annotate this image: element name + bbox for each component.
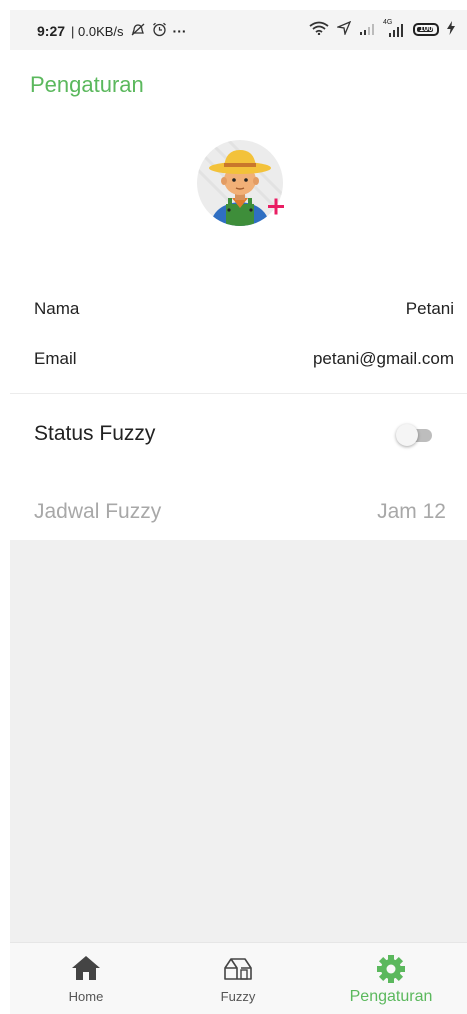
settings-panel: Pengaturan Nama Petani Email petani@gmai… xyxy=(10,50,467,540)
name-row: Nama Petani xyxy=(34,299,454,319)
profile-avatar[interactable] xyxy=(196,138,286,228)
clock: 9:27 xyxy=(37,23,66,39)
name-value: Petani xyxy=(405,299,454,318)
bottom-navigation: Home Fuzzy Pengaturan xyxy=(10,942,467,1014)
fuzzy-icon xyxy=(222,955,254,986)
page-title: Pengaturan xyxy=(30,72,144,97)
nav-fuzzy[interactable]: Fuzzy xyxy=(162,943,314,1014)
location-icon xyxy=(335,20,352,38)
status-left: 9:27 | 0.0KB/s ··· xyxy=(37,22,187,40)
jadwal-fuzzy-row[interactable]: Jadwal Fuzzy Jam 12 xyxy=(34,500,446,524)
gear-icon xyxy=(377,955,405,988)
email-row: Email petani@gmail.com xyxy=(34,349,454,369)
email-label: Email xyxy=(34,349,77,368)
nav-pengaturan[interactable]: Pengaturan xyxy=(315,943,467,1014)
divider xyxy=(10,393,467,394)
jadwal-fuzzy-label: Jadwal Fuzzy xyxy=(34,500,162,523)
status-fuzzy-label: Status Fuzzy xyxy=(34,422,156,445)
wifi-icon xyxy=(309,21,329,38)
signal-4g-icon: 4G xyxy=(383,19,405,37)
signal-icon xyxy=(359,22,375,38)
jadwal-fuzzy-value: Jam 12 xyxy=(377,500,446,523)
more-notifications: ··· xyxy=(172,23,187,39)
home-icon xyxy=(71,955,101,986)
nav-home[interactable]: Home xyxy=(10,943,162,1014)
email-value: petani@gmail.com xyxy=(312,349,454,368)
status-bar: 9:27 | 0.0KB/s ··· 4G 100 xyxy=(10,10,467,50)
charging-icon xyxy=(447,21,455,38)
network-speed: | 0.0KB/s xyxy=(71,23,124,39)
phone-screen: 9:27 | 0.0KB/s ··· 4G 100 Pengaturan Nam… xyxy=(10,10,467,1014)
battery-icon: 100 xyxy=(413,23,439,36)
status-right: 4G 100 xyxy=(309,19,455,38)
farmer-avatar-icon xyxy=(197,140,284,226)
status-fuzzy-toggle[interactable] xyxy=(396,424,432,446)
mute-icon xyxy=(130,23,146,40)
alarm-icon xyxy=(152,22,167,40)
name-label: Nama xyxy=(34,299,80,318)
